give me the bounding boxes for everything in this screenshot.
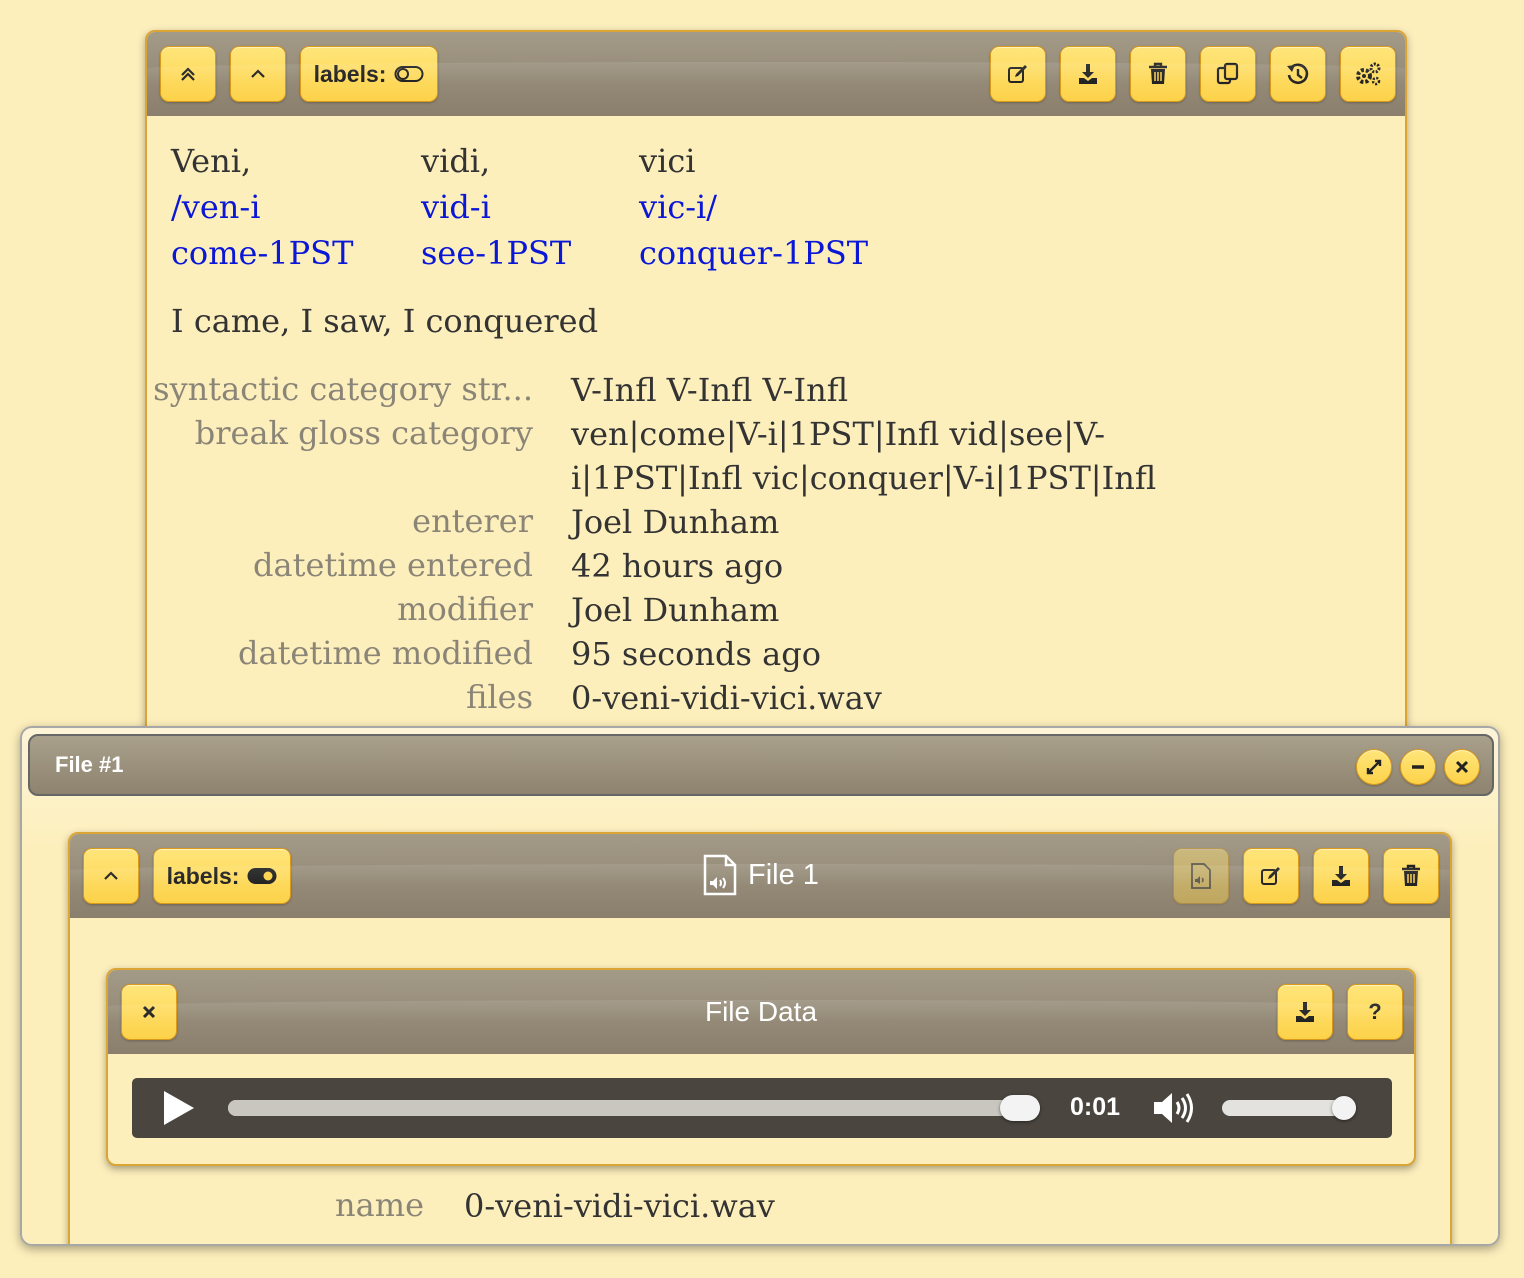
file-audio-icon (1191, 863, 1211, 889)
labels-toggle-text: labels: (166, 862, 240, 889)
hide-form-button[interactable] (160, 46, 216, 102)
field-value-datetime-modified: 95 seconds ago (571, 635, 821, 673)
seek-bar[interactable] (228, 1095, 1040, 1121)
file-data-header-bar: File Data ? (108, 970, 1414, 1054)
delete-file-button[interactable] (1383, 848, 1439, 904)
toggle-off-icon (394, 66, 424, 82)
download-file-data-button[interactable] (1277, 984, 1333, 1040)
field-label-datetime-entered: datetime entered (253, 546, 533, 584)
field-label-datetime-modified: datetime modified (238, 634, 533, 672)
translation: I came, I saw, I conquered (171, 302, 599, 340)
play-audio-button[interactable] (1173, 848, 1229, 904)
seek-thumb[interactable] (1000, 1095, 1040, 1121)
double-chevron-up-icon (181, 67, 195, 81)
history-button[interactable] (1270, 46, 1326, 102)
download-icon (1079, 64, 1097, 84)
edit-icon (1008, 65, 1027, 83)
field-value-datetime-entered: 42 hours ago (571, 547, 784, 585)
edit-button[interactable] (990, 46, 1046, 102)
file-title: File 1 (748, 858, 819, 891)
gears-icon (1356, 62, 1381, 86)
igt-word-1: Veni, /ven-i come-1PST (171, 138, 353, 276)
labels-toggle-text: labels: (313, 60, 387, 87)
transcription-word: Veni, (171, 142, 252, 180)
trash-icon (1402, 864, 1420, 886)
minimize-button[interactable] (1400, 749, 1436, 785)
file-data-panel: File Data ? 0:01 (106, 968, 1416, 1166)
duplicate-button[interactable] (1200, 46, 1256, 102)
file-dialog: File #1 labels: File 1 File Data ? 0:01 … (20, 726, 1500, 1246)
export-button[interactable] (1060, 46, 1116, 102)
trash-icon (1149, 62, 1167, 84)
transcription-word: vici (639, 142, 696, 180)
field-label-break-gloss-category: break gloss category (194, 414, 533, 452)
morpheme-break-word: /ven-i (171, 188, 261, 226)
dialog-title: File #1 (55, 752, 124, 777)
help-icon: ? (1368, 999, 1382, 1024)
minus-icon (1412, 765, 1424, 769)
file-widget: labels: File 1 File Data ? 0:01 name 0-v… (68, 832, 1452, 1244)
settings-button[interactable] (1340, 46, 1396, 102)
volume-slider[interactable] (1222, 1096, 1356, 1120)
labels-toggle-button[interactable]: labels: (300, 46, 438, 102)
field-label-files: files (466, 678, 533, 716)
field-value-name: 0-veni-vidi-vici.wav (464, 1187, 775, 1225)
close-icon (142, 1005, 156, 1019)
field-label-modifier: modifier (397, 590, 533, 628)
download-icon (1296, 1002, 1314, 1022)
form-widget: labels: Veni, /ven-i come-1PST vidi, vid… (145, 30, 1407, 790)
morpheme-gloss-word: come-1PST (171, 234, 354, 272)
file-title-group: File 1 (702, 854, 819, 896)
history-icon (1287, 63, 1309, 85)
edit-file-button[interactable] (1243, 848, 1299, 904)
form-header-bar: labels: (147, 32, 1405, 116)
field-value-syntactic-category-string: V-Infl V-Infl V-Infl (571, 371, 849, 409)
help-button[interactable]: ? (1347, 984, 1403, 1040)
close-icon (1455, 760, 1469, 774)
audio-player: 0:01 (132, 1078, 1392, 1138)
delete-button[interactable] (1130, 46, 1186, 102)
copy-icon (1216, 62, 1239, 85)
maximize-button[interactable] (1356, 749, 1392, 785)
field-label-enterer: enterer (412, 502, 533, 540)
close-file-data-button[interactable] (121, 984, 177, 1040)
igt-word-3: vici vic-i/ conquer-1PST (639, 138, 868, 276)
close-dialog-button[interactable] (1444, 749, 1480, 785)
collapse-form-button[interactable] (230, 46, 286, 102)
igt-word-2: vidi, vid-i see-1PST (421, 138, 571, 276)
dialog-title-bar[interactable]: File #1 (28, 734, 1494, 796)
field-value-files: 0-veni-vidi-vici.wav (571, 679, 882, 717)
collapse-file-button[interactable] (83, 848, 139, 904)
current-time: 0:01 (1070, 1093, 1121, 1121)
chevron-up-icon (104, 871, 118, 880)
expand-icon (1366, 759, 1382, 775)
seek-bar-progress (228, 1100, 1020, 1116)
morpheme-gloss-word: see-1PST (421, 234, 572, 272)
field-label-syntactic-category-string: syntactic category str... (153, 370, 533, 408)
edit-icon (1261, 867, 1280, 885)
morpheme-gloss-word: conquer-1PST (639, 234, 869, 272)
morpheme-break-word: vic-i/ (639, 188, 718, 226)
file-data-title: File Data (704, 996, 818, 1027)
morpheme-break-word: vid-i (421, 188, 491, 226)
file-header-bar: labels: File 1 (70, 834, 1450, 918)
field-value-break-gloss-category: ven|come|V-i|1PST|Infl vid|see|V-i|1PST|… (571, 415, 1157, 497)
play-icon[interactable] (162, 1089, 196, 1127)
export-file-button[interactable] (1313, 848, 1369, 904)
download-icon (1332, 866, 1350, 886)
transcription-word: vidi, (421, 142, 491, 180)
volume-icon[interactable] (1152, 1089, 1198, 1127)
file-labels-toggle-button[interactable]: labels: (153, 848, 291, 904)
field-value-enterer: Joel Dunham (571, 503, 780, 541)
volume-thumb[interactable] (1332, 1096, 1356, 1120)
field-value-modifier: Joel Dunham (571, 591, 780, 629)
toggle-on-icon (247, 868, 277, 884)
file-audio-icon (703, 854, 737, 896)
chevron-up-icon (251, 69, 265, 78)
field-label-name: name (335, 1186, 424, 1224)
